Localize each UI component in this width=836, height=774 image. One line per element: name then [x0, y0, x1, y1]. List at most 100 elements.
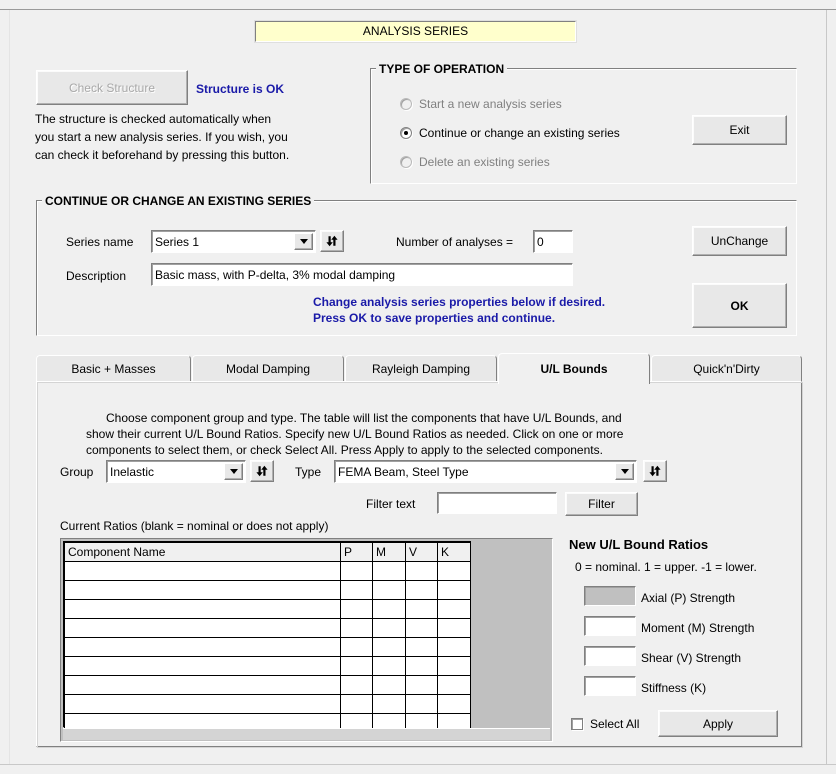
cell-k[interactable] [437, 637, 471, 657]
cell-p[interactable] [340, 694, 373, 714]
filter-button[interactable]: Filter [565, 492, 638, 516]
column-header-k[interactable]: K [437, 542, 471, 562]
tab-strip: Basic + Masses Modal Damping Rayleigh Da… [36, 353, 802, 384]
column-header-p[interactable]: P [340, 542, 373, 562]
cell-k[interactable] [437, 618, 471, 638]
window-left-edge [9, 10, 10, 764]
filter-text-label: Filter text [366, 497, 416, 511]
check-help-line-3: can check it beforehand by pressing this… [35, 148, 290, 162]
cell-m[interactable] [372, 637, 406, 657]
cell-k[interactable] [437, 580, 471, 600]
group-combo[interactable]: Inelastic [106, 460, 246, 483]
radio-delete-existing-series[interactable]: Delete an existing series [400, 155, 550, 169]
moment-m-strength-input[interactable] [584, 616, 636, 636]
cell-v[interactable] [405, 599, 438, 619]
cell-component-name[interactable] [64, 656, 341, 676]
type-value: FEMA Beam, Steel Type [338, 464, 469, 479]
window-right-edge [826, 10, 827, 764]
radio-continue-existing-series[interactable]: Continue or change an existing series [400, 126, 620, 140]
cell-m[interactable] [372, 656, 406, 676]
cell-k[interactable] [437, 656, 471, 676]
cell-p[interactable] [340, 637, 373, 657]
series-name-label: Series name [66, 235, 134, 249]
ok-button[interactable]: OK [692, 283, 787, 328]
description-field[interactable]: Basic mass, with P-delta, 3% modal dampi… [151, 263, 573, 286]
column-header-v[interactable]: V [405, 542, 438, 562]
refresh-icon [326, 235, 338, 247]
select-all-checkbox[interactable] [571, 718, 583, 730]
cell-m[interactable] [372, 675, 406, 695]
unchange-button[interactable]: UnChange [692, 226, 787, 256]
group-value: Inelastic [110, 464, 155, 479]
tab-rayleigh-damping[interactable]: Rayleigh Damping [345, 355, 497, 382]
cell-m[interactable] [372, 618, 406, 638]
series-name-dropdown-arrow[interactable] [294, 233, 313, 250]
analysis-series-window: ANALYSIS SERIES Check Structure Structur… [0, 0, 836, 774]
cell-component-name[interactable] [64, 694, 341, 714]
apply-button[interactable]: Apply [658, 710, 778, 737]
cell-m[interactable] [372, 694, 406, 714]
cell-v[interactable] [405, 694, 438, 714]
cell-k[interactable] [437, 599, 471, 619]
cell-v[interactable] [405, 656, 438, 676]
cell-k[interactable] [437, 694, 471, 714]
chevron-down-icon [620, 469, 629, 474]
check-structure-button[interactable]: Check Structure [36, 70, 188, 105]
tab-modal-damping[interactable]: Modal Damping [192, 355, 344, 382]
cell-p[interactable] [340, 561, 373, 581]
cell-component-name[interactable] [64, 561, 341, 581]
type-dropdown-arrow[interactable] [615, 463, 634, 480]
shear-v-strength-label: Shear (V) Strength [641, 651, 742, 665]
save-hint-line-2: Press OK to save properties and continue… [313, 311, 556, 325]
cell-component-name[interactable] [64, 637, 341, 657]
radio-continue-existing-series-indicator[interactable] [400, 127, 412, 139]
cell-m[interactable] [372, 580, 406, 600]
tab-basic-masses[interactable]: Basic + Masses [36, 355, 191, 382]
series-name-combo[interactable]: Series 1 [151, 230, 316, 253]
cell-m[interactable] [372, 599, 406, 619]
radio-start-new-series[interactable]: Start a new analysis series [400, 97, 562, 111]
cell-component-name[interactable] [64, 580, 341, 600]
table-horizontal-scrollbar[interactable] [63, 728, 550, 740]
cell-v[interactable] [405, 580, 438, 600]
series-name-value: Series 1 [155, 234, 200, 249]
cell-v[interactable] [405, 675, 438, 695]
exit-button[interactable]: Exit [692, 115, 787, 145]
type-combo[interactable]: FEMA Beam, Steel Type [334, 460, 637, 483]
group-dropdown-arrow[interactable] [224, 463, 243, 480]
cell-p[interactable] [340, 580, 373, 600]
cell-m[interactable] [372, 561, 406, 581]
cell-component-name[interactable] [64, 599, 341, 619]
column-header-m[interactable]: M [372, 542, 406, 562]
type-refresh-button[interactable] [643, 460, 667, 482]
shear-v-strength-input[interactable] [584, 646, 636, 666]
series-name-refresh-button[interactable] [320, 230, 344, 252]
column-header-component-name[interactable]: Component Name [64, 542, 341, 562]
group-refresh-button[interactable] [250, 460, 274, 482]
filter-text-input[interactable] [437, 492, 557, 514]
select-all-checkbox-row[interactable]: Select All [571, 717, 639, 731]
table-row [64, 580, 471, 600]
stiffness-k-input[interactable] [584, 676, 636, 696]
axial-p-strength-input[interactable] [584, 586, 636, 606]
check-help-line-2: you start a new analysis series. If you … [35, 130, 288, 144]
table-row [64, 561, 471, 581]
cell-component-name[interactable] [64, 675, 341, 695]
cell-v[interactable] [405, 618, 438, 638]
components-table[interactable]: Component Name P M V K [63, 541, 471, 733]
radio-start-new-series-indicator[interactable] [400, 98, 412, 110]
cell-p[interactable] [340, 599, 373, 619]
table-header-row: Component Name P M V K [64, 542, 471, 562]
radio-delete-existing-series-indicator[interactable] [400, 156, 412, 168]
tab-quick-n-dirty[interactable]: Quick'n'Dirty [651, 355, 802, 382]
tab-ul-bounds[interactable]: U/L Bounds [498, 353, 650, 384]
cell-v[interactable] [405, 561, 438, 581]
cell-component-name[interactable] [64, 618, 341, 638]
cell-p[interactable] [340, 675, 373, 695]
cell-p[interactable] [340, 618, 373, 638]
cell-k[interactable] [437, 675, 471, 695]
cell-k[interactable] [437, 561, 471, 581]
number-of-analyses-field[interactable]: 0 [533, 230, 573, 253]
cell-v[interactable] [405, 637, 438, 657]
cell-p[interactable] [340, 656, 373, 676]
